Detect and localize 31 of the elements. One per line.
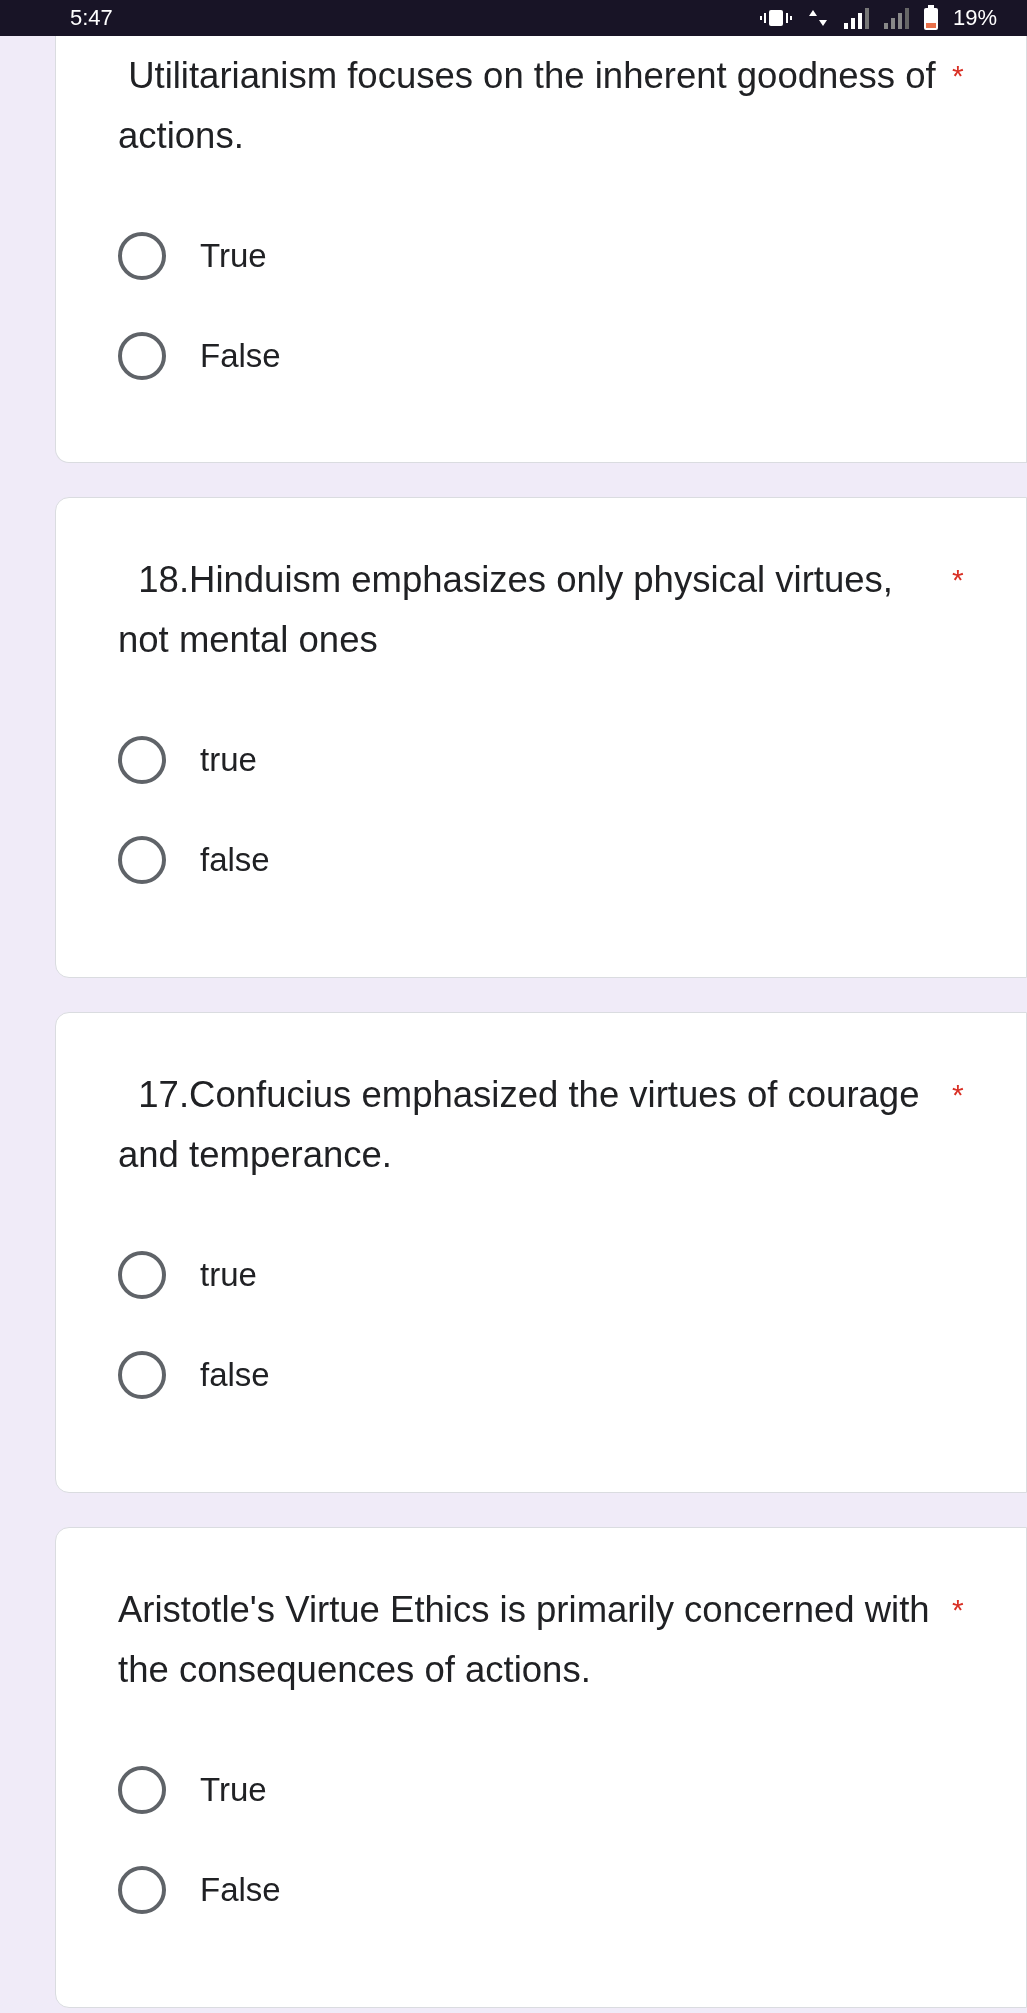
option-label[interactable]: True — [200, 1766, 267, 1814]
signal-icon — [882, 7, 909, 29]
status-time: 5:47 — [70, 7, 113, 29]
signal-icon — [842, 7, 869, 29]
required-asterisk: * — [952, 58, 964, 94]
question-text: 18.Hinduism emphasizes only physical virtues, not mental ones — [118, 558, 894, 662]
question-text: Aristotle's Virtue Ethics is primarily concerned with the consequences of actions. — [118, 1588, 931, 1692]
radio-button[interactable] — [118, 1766, 166, 1814]
radio-button[interactable] — [118, 736, 166, 784]
question-text: Utilitarianism focuses on the inherent goodness of actions. — [118, 54, 937, 158]
required-asterisk: * — [952, 1592, 964, 1628]
question-text: 17.Confucius emphasized the virtues of courage and temperance. — [118, 1073, 921, 1177]
radio-button[interactable] — [118, 1351, 166, 1399]
data-arrows-icon — [806, 8, 829, 28]
option-label[interactable]: true — [200, 736, 257, 784]
battery-percent: 19% — [952, 7, 997, 29]
battery-icon — [922, 5, 939, 31]
radio-button[interactable] — [118, 1866, 166, 1914]
required-asterisk: * — [952, 1077, 964, 1113]
vibrate-icon — [758, 8, 793, 28]
radio-button[interactable] — [118, 1251, 166, 1299]
option-label[interactable]: false — [200, 1351, 270, 1399]
option-label[interactable]: True — [200, 232, 267, 280]
required-asterisk: * — [952, 562, 964, 598]
option-label[interactable]: true — [200, 1251, 257, 1299]
option-label[interactable]: False — [200, 1866, 281, 1914]
radio-button[interactable] — [118, 232, 166, 280]
radio-button[interactable] — [118, 836, 166, 884]
radio-button[interactable] — [118, 332, 166, 380]
option-label[interactable]: False — [200, 332, 281, 380]
option-label[interactable]: false — [200, 836, 270, 884]
